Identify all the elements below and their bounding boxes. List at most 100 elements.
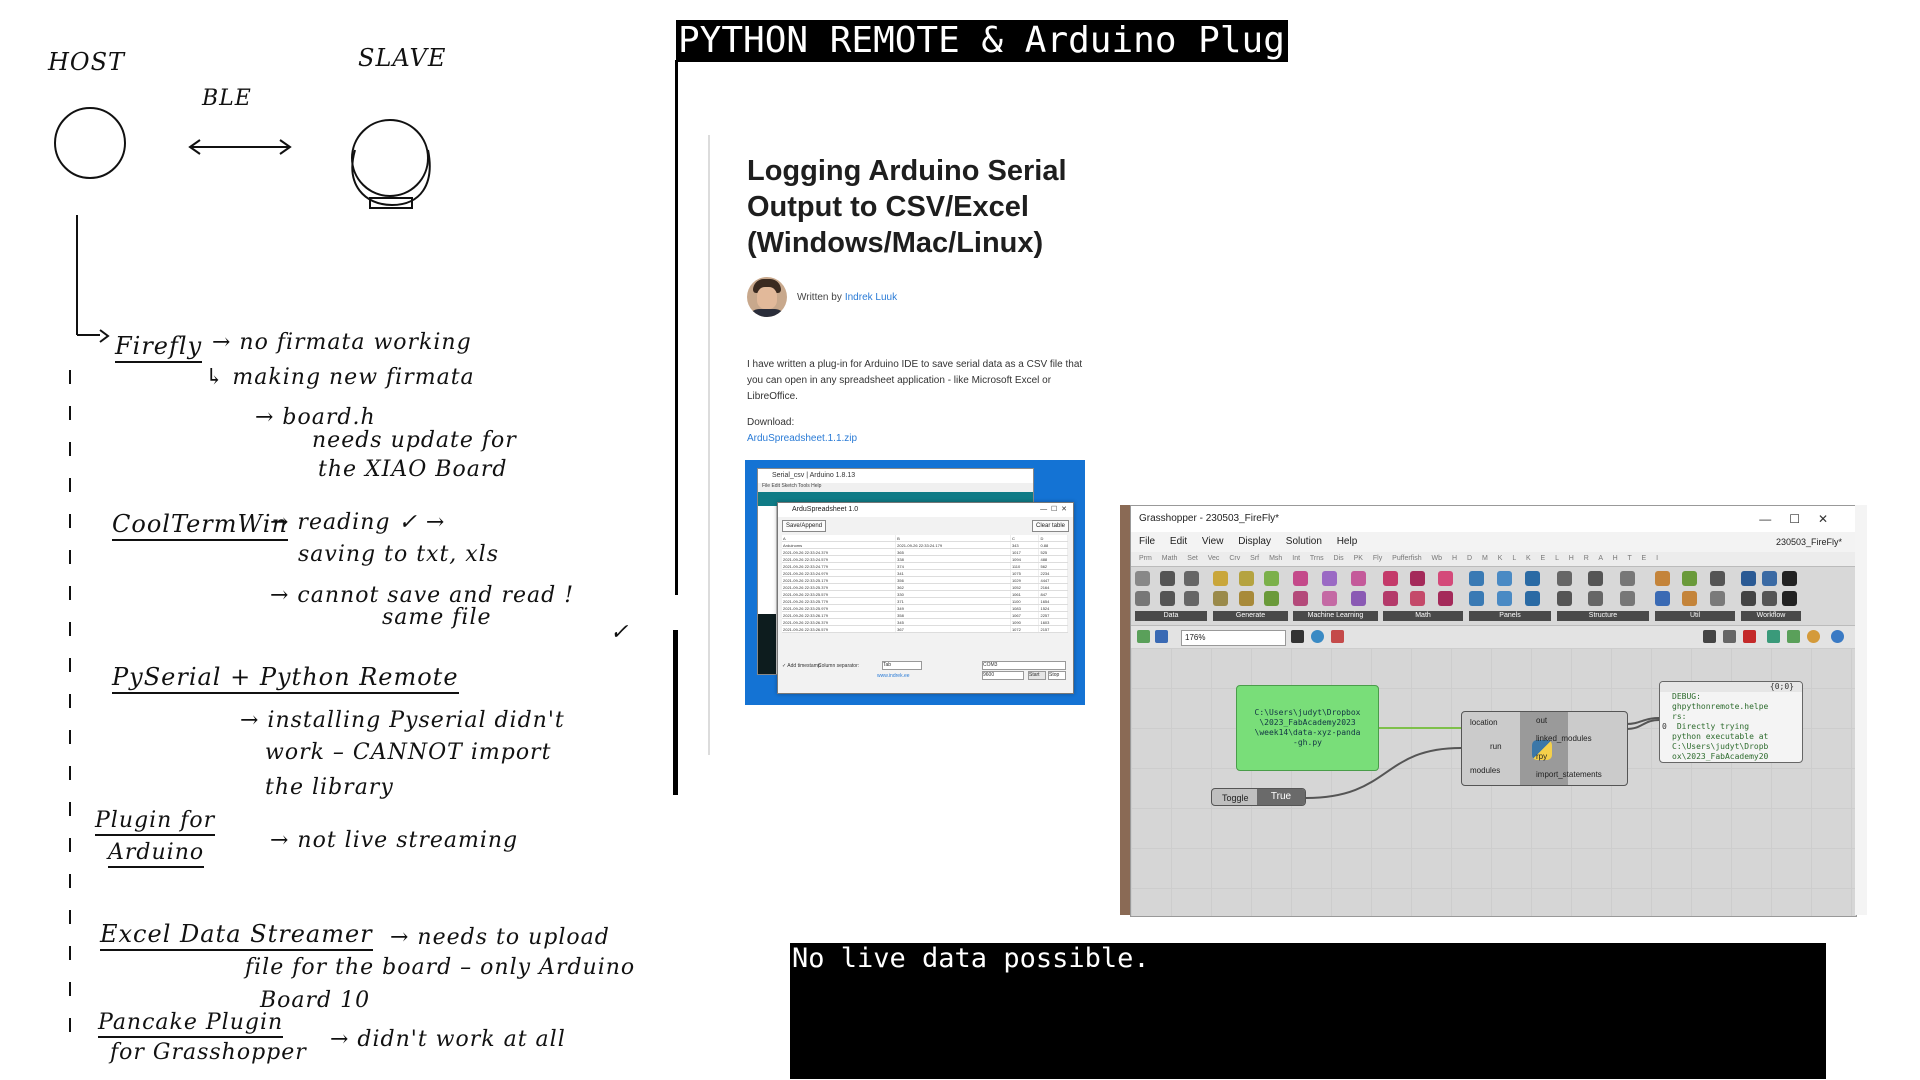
stop-button: Stop (1048, 671, 1066, 680)
slave-label: SLAVE (358, 44, 447, 72)
preview-icon[interactable] (1311, 630, 1324, 643)
record-icon[interactable] (1743, 630, 1756, 643)
debug-output-panel[interactable]: {0;0} 0 DEBUG: ghpythonremote.helpe rs: … (1659, 681, 1803, 763)
ribbon-group-workflow[interactable]: Workflow (1741, 571, 1801, 621)
table-row: 2021-09-26 22:33:25.579 330 1061 847 (782, 590, 1068, 598)
plugin-label-2: Arduino (108, 840, 205, 868)
table-row: 2021-09-26 22:33:24.779 374 1110 562 (782, 562, 1068, 570)
ribbon-group-data[interactable]: Data (1135, 571, 1207, 621)
pancake-note-2: → didn't work at all (330, 1027, 566, 1052)
background-strip (1120, 505, 1130, 915)
pyserial-label: PySerial + Python Remote (112, 663, 459, 694)
menu-view[interactable]: View (1202, 536, 1224, 547)
globe-icon[interactable] (1831, 630, 1844, 643)
excel-note-1: → needs to upload (390, 925, 610, 950)
zoom-extents-icon[interactable] (1291, 630, 1304, 643)
divider-line (675, 60, 678, 595)
menu-display[interactable]: Display (1238, 536, 1271, 547)
table-row: 2021-09-26 22:33:26.379 345 1090 1603 (782, 618, 1068, 626)
status-message: No live data possible. (790, 943, 1826, 1079)
ribbon-group-panels[interactable]: Panels (1469, 571, 1551, 621)
output-out[interactable]: out (1536, 716, 1547, 725)
render-icon[interactable] (1787, 630, 1800, 643)
window-controls[interactable]: —☐✕ (1759, 506, 1846, 532)
gh-canvas[interactable]: C:\Users\judyt\Dropbox \2023_FabAcademy2… (1131, 648, 1856, 916)
input-modules[interactable]: modules (1470, 766, 1500, 775)
avatar (747, 277, 787, 317)
menu-edit[interactable]: Edit (1170, 536, 1187, 547)
menu-help[interactable]: Help (1337, 536, 1358, 547)
sketch-icon[interactable] (1331, 630, 1344, 643)
ribbon-group-math[interactable]: Math (1383, 571, 1463, 621)
pancake-note-1: for Grasshopper (110, 1040, 307, 1065)
input-location[interactable]: location (1470, 718, 1498, 727)
baud-select: 9600 (982, 671, 1024, 680)
output-linked-modules[interactable]: linked_modules (1536, 734, 1592, 743)
table-row: 2021-09-26 22:33:24.579 338 1094 488 (782, 555, 1068, 563)
gh-component-tabs[interactable]: Prm Math Set Vec Crv Srf Msh Int Trns Di… (1131, 552, 1856, 566)
start-button: Start (1028, 671, 1046, 680)
host-label: HOST (48, 48, 126, 76)
ribbon-group-generate[interactable]: Generate (1213, 571, 1288, 621)
firefly-note-4: needs update for (312, 428, 517, 453)
table-row: 2021-09-26 22:33:24.979 341 1075 2234 (782, 569, 1068, 577)
gh-document-name: 230503_FireFly* (1775, 537, 1842, 547)
coolterm-note-1: → reading ✓ → (270, 510, 446, 535)
panel-index: 0 (1662, 722, 1667, 731)
plugin-note-1: → not live streaming (270, 828, 519, 853)
table-row: 2021-09-26 22:33:25.379 362 1052 2164 (782, 583, 1068, 591)
shaded-preview-icon[interactable] (1703, 630, 1716, 643)
python-remote-component[interactable]: location run modules out linked_modules … (1461, 711, 1628, 786)
port-select: COM3 (982, 661, 1066, 670)
firefly-note-3: → board.h (255, 405, 376, 430)
window-controls: — ☐ ✕ (1040, 506, 1067, 513)
ribbon-group-structure[interactable]: Structure (1557, 571, 1649, 621)
input-run[interactable]: run (1490, 742, 1502, 751)
table-row: Arduinoms 2021-09-26 22:33:24.179 343 0.88 (782, 541, 1068, 549)
save-icon[interactable] (1155, 630, 1168, 643)
panel-path-header: {0;0} (1660, 682, 1802, 692)
author-row: Written by Indrek Luuk (747, 275, 897, 319)
column-separator-label: Column separator: (818, 663, 860, 669)
author-link[interactable]: Indrek Luuk (845, 292, 897, 303)
zoom-select[interactable]: 176% (1181, 630, 1286, 646)
excel-note-2: file for the board – only Arduino (245, 955, 636, 980)
ribbon-group-util[interactable]: Util (1655, 571, 1735, 621)
boolean-toggle[interactable]: Toggle True (1211, 788, 1306, 806)
wireframe-icon[interactable] (1723, 630, 1736, 643)
location-panel[interactable]: C:\Users\judyt\Dropbox \2023_FabAcademy2… (1236, 685, 1379, 771)
open-icon[interactable] (1137, 630, 1150, 643)
material-icon[interactable] (1807, 630, 1820, 643)
data-table: A B C D Arduinoms 2021-09-26 22:33:24.179… (782, 535, 1068, 633)
menu-file[interactable]: File (1139, 536, 1155, 547)
article-body: I have written a plug-in for Arduino IDE… (747, 359, 1083, 402)
toggle-value[interactable]: True (1257, 789, 1305, 805)
output-import-statements[interactable]: import_statements (1536, 770, 1602, 779)
firefly-note-5: the XIAO Board (318, 457, 508, 482)
ribbon-group-machine-learning[interactable]: Machine Learning (1293, 571, 1378, 621)
toggle-label: Toggle (1222, 793, 1249, 803)
ide-console (758, 614, 776, 674)
ide-menu: File Edit Sketch Tools Help (762, 483, 822, 489)
article-title: Logging Arduino Serial Output to CSV/Exc… (747, 155, 1067, 259)
slave-circle (351, 119, 429, 197)
table-row: 2021-09-26 22:33:26.179 358 1067 2257 (782, 611, 1068, 619)
plugin-label-1: Plugin for (95, 808, 216, 836)
save-append-button: Save/Append (782, 520, 827, 532)
clear-table-button: Clear table (1031, 520, 1069, 532)
background-edge (1855, 505, 1867, 915)
output-rpy[interactable]: rpy (1536, 752, 1547, 761)
arduspreadsheet-screenshot: Serial_csv | Arduino 1.8.13 File Edit Sk… (745, 460, 1085, 705)
handwritten-notes: HOST SLAVE BLE Firefly → no firmata work… (0, 0, 680, 1080)
pyserial-note-3: the library (265, 775, 394, 800)
gh-window-title: Grasshopper - 230503_FireFly* (1139, 513, 1280, 524)
bake-icon[interactable] (1767, 630, 1780, 643)
grasshopper-window: Grasshopper - 230503_FireFly* —☐✕ File E… (1130, 505, 1857, 917)
divider-line (673, 630, 678, 795)
excel-label: Excel Data Streamer (100, 920, 373, 951)
download-link[interactable]: ArduSpreadsheet.1.1.zip (747, 433, 857, 444)
menu-solution[interactable]: Solution (1286, 536, 1322, 547)
download-label: Download: (747, 417, 795, 428)
website-link: www.indrek.ee (877, 673, 910, 679)
pancake-label: Pancake Plugin (98, 1010, 284, 1038)
